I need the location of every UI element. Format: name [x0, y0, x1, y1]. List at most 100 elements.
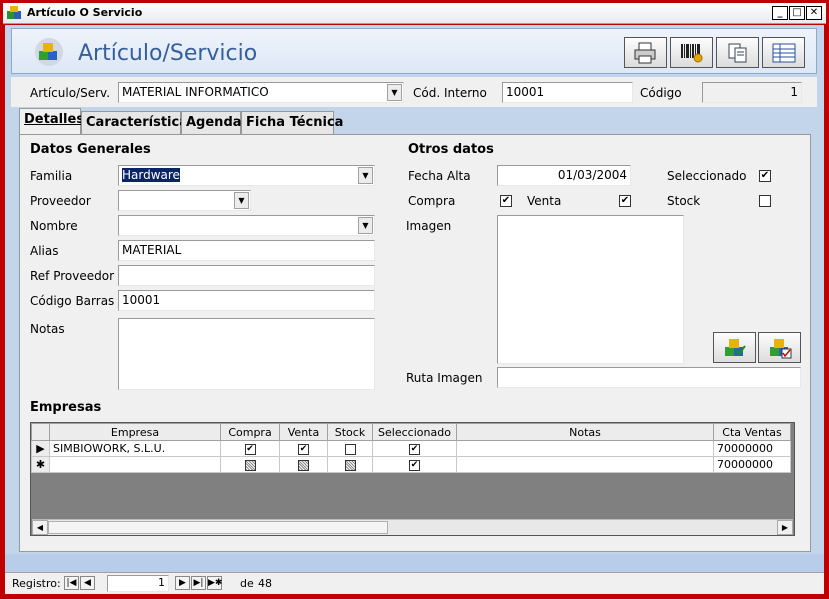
notas-textarea[interactable] [118, 318, 375, 390]
first-record-button[interactable]: |◀ [64, 576, 79, 590]
scroll-left-icon[interactable]: ◀ [32, 520, 48, 535]
empresas-heading: Empresas [30, 400, 102, 415]
prev-record-button[interactable]: ◀ [80, 576, 95, 590]
cod-interno-field[interactable]: 10001 [502, 82, 633, 103]
load-image-button[interactable] [713, 332, 756, 363]
col-notas[interactable]: Notas [456, 423, 714, 441]
ruta-imagen-label: Ruta Imagen [406, 371, 483, 385]
stock-label: Stock [667, 194, 701, 208]
minimize-button[interactable]: _ [772, 6, 788, 20]
col-seleccionado[interactable]: Seleccionado [372, 423, 457, 441]
codigo-value: 1 [790, 85, 798, 99]
compra-checkbox[interactable]: ✔ [500, 195, 512, 207]
proveedor-combo[interactable]: ▼ [118, 190, 251, 211]
window-title: Artículo O Servicio [27, 6, 143, 19]
fecha-alta-label: Fecha Alta [408, 169, 471, 183]
cell-compra[interactable] [220, 456, 280, 473]
cell-notas[interactable] [456, 440, 714, 457]
product-check-icon [724, 338, 746, 356]
tab-label: Ficha Técnica [246, 115, 344, 130]
checkbox[interactable] [298, 459, 309, 471]
checkbox[interactable] [344, 459, 356, 471]
clear-image-button[interactable] [758, 332, 801, 363]
chevron-down-icon[interactable]: ▼ [387, 84, 402, 101]
tab-ficha-tecnica[interactable]: Ficha Técnica [241, 111, 343, 134]
cell-empresa[interactable]: SIMBIOWORK, S.L.U. [49, 440, 221, 457]
col-cta-ventas[interactable]: Cta Ventas [713, 423, 791, 441]
cell-seleccionado[interactable]: ✔ [372, 440, 457, 457]
checkbox[interactable]: ✔ [244, 443, 256, 455]
record-number-field[interactable]: 1 [107, 575, 169, 592]
checkbox[interactable]: ✔ [409, 443, 420, 455]
ref-proveedor-field[interactable] [118, 265, 375, 286]
tab-caracteristicas[interactable]: Características [81, 111, 196, 134]
cod-interno-label: Cód. Interno [413, 86, 487, 100]
tab-detalles[interactable]: Detalles [19, 108, 84, 134]
ruta-imagen-field[interactable] [497, 367, 801, 388]
close-button[interactable]: ✕ [806, 6, 822, 20]
cell-compra[interactable]: ✔ [220, 440, 280, 457]
page-title: Artículo/Servicio [78, 41, 258, 66]
nombre-combo[interactable]: ▼ [118, 215, 375, 236]
empresas-table: Empresa Compra Venta Stock Seleccionado … [31, 423, 791, 473]
barcode-button[interactable] [670, 37, 713, 68]
chevron-down-icon[interactable]: ▼ [234, 192, 249, 209]
checkbox[interactable] [244, 459, 256, 471]
codigo-field: 1 [702, 82, 802, 103]
fecha-alta-field[interactable]: 01/03/2004 [497, 165, 631, 186]
cell-venta[interactable] [279, 456, 328, 473]
cell-seleccionado[interactable]: ✔ [372, 456, 457, 473]
stock-checkbox[interactable] [759, 195, 771, 207]
footer-band [5, 554, 824, 572]
next-record-button[interactable]: ▶ [175, 576, 190, 590]
image-box[interactable] [497, 215, 684, 364]
col-compra[interactable]: Compra [220, 423, 280, 441]
chevron-down-icon[interactable]: ▼ [358, 167, 373, 184]
form-client-area: Artículo/Servicio Artículo/Serv. MATERIA… [5, 25, 824, 594]
print-button[interactable] [624, 37, 667, 68]
cod-interno-value: 10001 [506, 85, 545, 99]
scroll-right-icon[interactable]: ▶ [777, 520, 793, 535]
maximize-button[interactable]: □ [789, 6, 805, 20]
table-row-new[interactable]: ✱ ✔ 70000000 [31, 456, 791, 473]
cell-cta-ventas[interactable]: 70000000 [713, 440, 791, 457]
horizontal-scrollbar[interactable]: ◀ ▶ [32, 519, 793, 535]
col-venta[interactable]: Venta [279, 423, 328, 441]
title-bar[interactable]: Artículo O Servicio _ □ ✕ [3, 3, 826, 24]
grid-header-row: Empresa Compra Venta Stock Seleccionado … [31, 423, 791, 441]
new-row-icon[interactable]: ✱ [31, 456, 50, 473]
total-records: 48 [258, 577, 272, 590]
cell-empresa[interactable] [49, 456, 221, 473]
venta-checkbox[interactable]: ✔ [619, 195, 631, 207]
checkbox[interactable]: ✔ [409, 459, 420, 471]
empresas-grid[interactable]: Empresa Compra Venta Stock Seleccionado … [30, 422, 795, 536]
proveedor-label: Proveedor [30, 194, 91, 208]
col-empresa[interactable]: Empresa [49, 423, 221, 441]
product-clear-icon [769, 338, 791, 358]
grid-view-button[interactable] [762, 37, 805, 68]
checkbox[interactable] [344, 443, 356, 455]
cell-notas[interactable] [456, 456, 714, 473]
app-window: Artículo O Servicio _ □ ✕ Artículo/Servi… [0, 0, 829, 599]
new-record-button[interactable]: ▶✱ [207, 576, 222, 590]
last-record-button[interactable]: ▶| [191, 576, 206, 590]
alias-field[interactable]: MATERIAL [118, 240, 375, 261]
scroll-thumb[interactable] [48, 521, 388, 534]
cell-stock[interactable] [327, 440, 373, 457]
col-stock[interactable]: Stock [327, 423, 373, 441]
copy-button[interactable] [716, 37, 759, 68]
cell-venta[interactable]: ✔ [279, 440, 328, 457]
alias-value: MATERIAL [122, 243, 182, 257]
familia-combo[interactable]: Hardware ▼ [118, 165, 375, 186]
tab-agenda[interactable]: Agenda [181, 111, 242, 134]
articulo-combo[interactable]: MATERIAL INFORMATICO ▼ [118, 82, 404, 103]
cell-cta-ventas[interactable]: 70000000 [713, 456, 791, 473]
datos-generales-heading: Datos Generales [30, 142, 151, 157]
cell-stock[interactable] [327, 456, 373, 473]
checkbox[interactable]: ✔ [298, 443, 309, 455]
chevron-down-icon[interactable]: ▼ [358, 217, 373, 234]
codigo-barras-field[interactable]: 10001 [118, 290, 375, 311]
seleccionado-checkbox[interactable]: ✔ [759, 170, 771, 182]
table-row[interactable]: ▶ SIMBIOWORK, S.L.U. ✔ ✔ ✔ 70000000 [31, 440, 791, 457]
row-pointer-icon[interactable]: ▶ [31, 440, 50, 457]
